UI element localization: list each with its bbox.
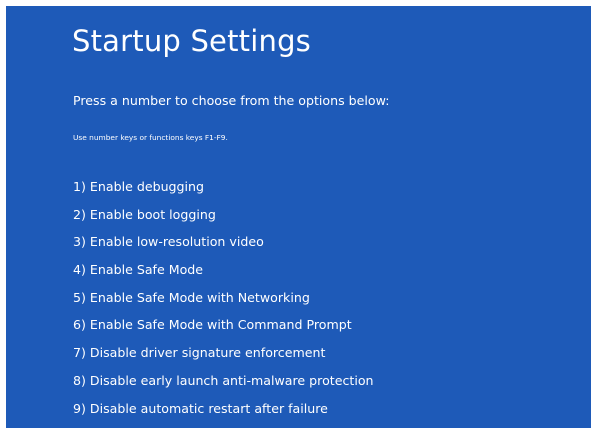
option-enable-boot-logging[interactable]: 2) Enable boot logging bbox=[73, 201, 374, 229]
option-safe-mode-networking[interactable]: 5) Enable Safe Mode with Networking bbox=[73, 284, 374, 312]
option-disable-auto-restart[interactable]: 9) Disable automatic restart after failu… bbox=[73, 395, 374, 423]
option-disable-elam[interactable]: 8) Disable early launch anti-malware pro… bbox=[73, 367, 374, 395]
screenshot-frame: Startup Settings Press a number to choos… bbox=[0, 0, 597, 434]
option-safe-mode-command-prompt[interactable]: 6) Enable Safe Mode with Command Prompt bbox=[73, 311, 374, 339]
option-enable-safe-mode[interactable]: 4) Enable Safe Mode bbox=[73, 256, 374, 284]
startup-options-list: 1) Enable debugging 2) Enable boot loggi… bbox=[73, 173, 374, 422]
option-enable-debugging[interactable]: 1) Enable debugging bbox=[73, 173, 374, 201]
page-title: Startup Settings bbox=[72, 24, 311, 58]
option-enable-low-resolution-video[interactable]: 3) Enable low-resolution video bbox=[73, 228, 374, 256]
instruction-text: Press a number to choose from the option… bbox=[73, 93, 390, 108]
key-hint-text: Use number keys or functions keys F1-F9. bbox=[73, 133, 228, 142]
option-disable-driver-signature[interactable]: 7) Disable driver signature enforcement bbox=[73, 339, 374, 367]
startup-settings-screen: Startup Settings Press a number to choos… bbox=[6, 6, 591, 428]
